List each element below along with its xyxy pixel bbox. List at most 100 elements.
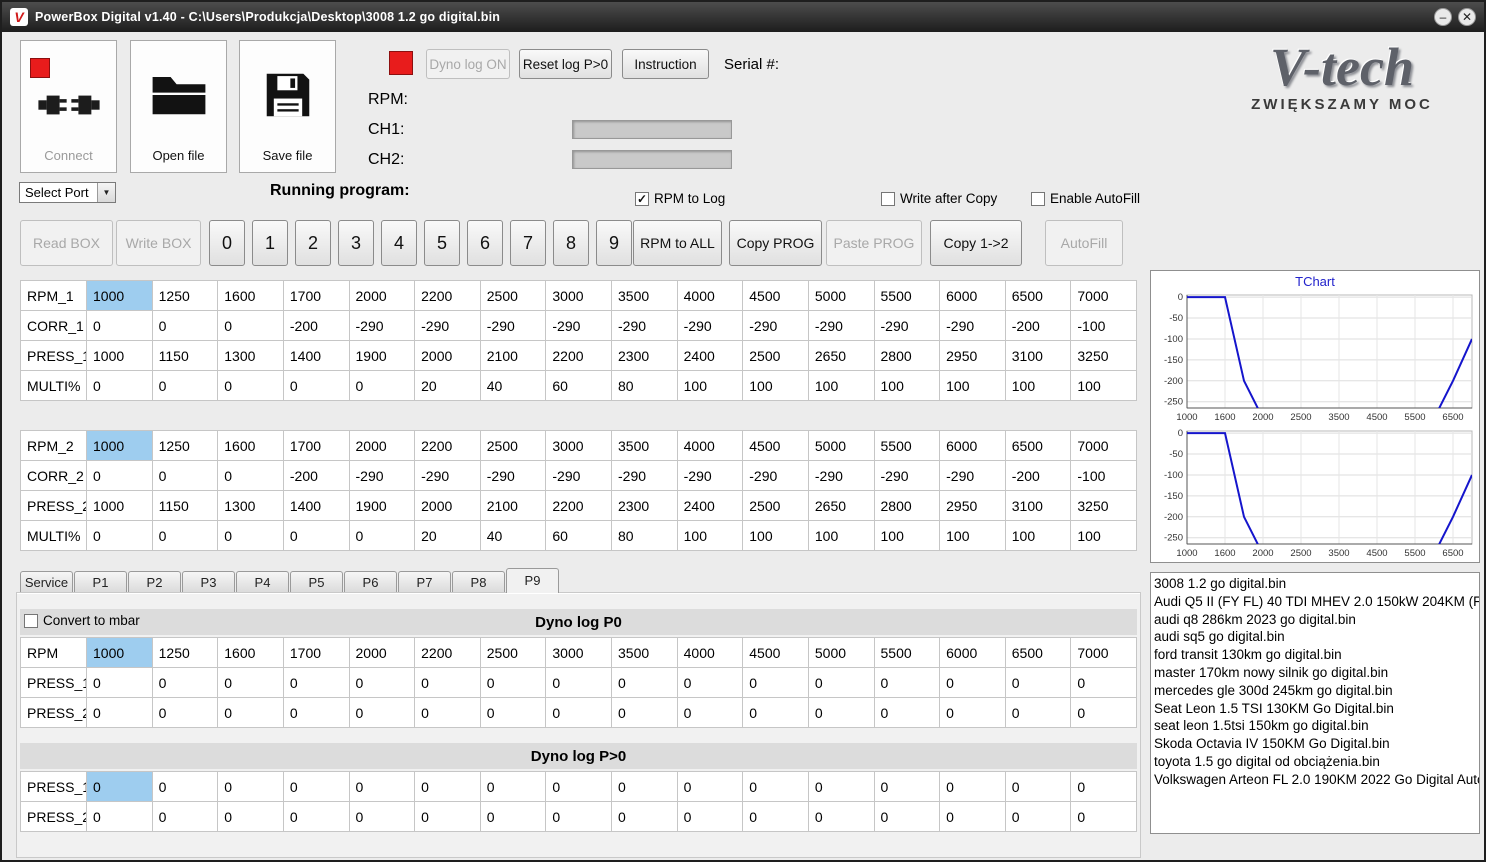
grid-cell[interactable]: 2800 — [873, 490, 941, 521]
grid-cell[interactable]: 0 — [414, 667, 481, 698]
grid-cell[interactable]: -290 — [742, 460, 809, 491]
grid-cell[interactable]: 4500 — [742, 430, 809, 461]
grid-cell[interactable]: 0 — [1004, 697, 1072, 728]
grid-cell[interactable]: -290 — [545, 460, 612, 491]
grid-cell[interactable]: 0 — [151, 460, 219, 491]
grid-cell[interactable]: 4000 — [676, 430, 744, 461]
tab-p9[interactable]: P9 — [506, 568, 559, 593]
grid-cell[interactable]: 5000 — [807, 637, 875, 668]
grid-cell[interactable]: -290 — [873, 310, 941, 341]
grid-cell[interactable]: 0 — [1070, 771, 1137, 802]
rpm-to-all-button[interactable]: RPM to ALL — [633, 220, 722, 266]
tab-p2[interactable]: P2 — [128, 571, 181, 593]
grid-cell[interactable]: 2950 — [939, 340, 1006, 371]
program-1-button[interactable]: 1 — [252, 220, 288, 266]
grid-cell[interactable]: 2500 — [742, 340, 809, 371]
grid-cell[interactable]: 0 — [151, 370, 219, 401]
grid-cell[interactable]: 0 — [545, 697, 612, 728]
grid-cell[interactable]: 2000 — [414, 340, 481, 371]
convert-to-mbar-checkbox[interactable]: Convert to mbar — [24, 613, 140, 628]
write-after-copy-checkbox[interactable]: Write after Copy — [881, 191, 997, 206]
grid-cell[interactable]: 5500 — [873, 430, 941, 461]
grid-cell[interactable]: 0 — [1070, 667, 1137, 698]
grid-cell[interactable]: 4500 — [742, 280, 809, 311]
file-list-item[interactable]: Seat Leon 1.5 TSI 130KM Go Digital.bin — [1154, 700, 1479, 718]
grid-cell[interactable]: 1700 — [282, 280, 350, 311]
grid-cell[interactable]: 0 — [348, 697, 416, 728]
grid-cell[interactable]: -100 — [1070, 310, 1137, 341]
grid-cell[interactable]: -290 — [611, 310, 678, 341]
write-box-button[interactable]: Write BOX — [116, 220, 201, 266]
grid-cell[interactable]: 0 — [742, 697, 809, 728]
grid-cell[interactable]: 0 — [1070, 697, 1137, 728]
grid-cell[interactable]: 2200 — [545, 340, 612, 371]
open-file-button[interactable]: Open file — [130, 40, 227, 173]
grid-cell[interactable]: 100 — [1004, 370, 1072, 401]
grid-cell[interactable]: 0 — [939, 801, 1006, 832]
program-5-button[interactable]: 5 — [424, 220, 460, 266]
grid-cell[interactable]: 0 — [479, 771, 547, 802]
grid-cell[interactable]: 100 — [1070, 520, 1137, 551]
grid-cell[interactable]: 0 — [676, 697, 744, 728]
tab-p5[interactable]: P5 — [290, 571, 343, 593]
grid-cell[interactable]: 0 — [807, 697, 875, 728]
grid-cell[interactable]: 1000 — [86, 490, 153, 521]
grid-cell[interactable]: 0 — [217, 667, 284, 698]
grid-cell[interactable]: 2200 — [414, 637, 481, 668]
grid-cell[interactable]: 0 — [282, 801, 350, 832]
program-2-button[interactable]: 2 — [295, 220, 331, 266]
grid-cell[interactable]: 3100 — [1004, 340, 1072, 371]
grid-cell[interactable]: 1300 — [217, 490, 284, 521]
grid-cell[interactable]: 5500 — [873, 637, 941, 668]
grid-cell[interactable]: 0 — [151, 801, 219, 832]
grid-cell[interactable]: 100 — [742, 520, 809, 551]
grid-cell[interactable]: 2300 — [611, 340, 678, 371]
grid-cell[interactable]: 0 — [86, 370, 153, 401]
program-4-button[interactable]: 4 — [381, 220, 417, 266]
grid-cell[interactable]: 1250 — [151, 430, 219, 461]
grid-cell[interactable]: 20 — [414, 520, 481, 551]
grid-cell[interactable]: 1900 — [348, 490, 416, 521]
file-list-item[interactable]: mercedes gle 300d 245km go digital.bin — [1154, 682, 1479, 700]
grid-cell[interactable]: 6000 — [939, 280, 1006, 311]
dyno-log-on-button[interactable]: Dyno log ON — [426, 49, 510, 79]
tab-p8[interactable]: P8 — [452, 571, 505, 593]
grid-cell[interactable]: 0 — [217, 460, 284, 491]
tab-p6[interactable]: P6 — [344, 571, 397, 593]
grid-cell[interactable]: 0 — [1004, 667, 1072, 698]
grid-cell[interactable]: -290 — [873, 460, 941, 491]
grid-cell[interactable]: 0 — [151, 520, 219, 551]
grid-cell[interactable]: 0 — [151, 667, 219, 698]
grid-cell[interactable]: -290 — [611, 460, 678, 491]
grid-cell[interactable]: 1150 — [151, 490, 219, 521]
file-list-item[interactable]: toyota 1.5 go digital od obciążenia.bin — [1154, 753, 1479, 771]
grid-cell[interactable]: 60 — [545, 520, 612, 551]
grid-cell[interactable]: 0 — [151, 697, 219, 728]
grid-cell[interactable]: 6500 — [1004, 280, 1072, 311]
grid-cell[interactable]: -290 — [479, 310, 547, 341]
grid-cell[interactable]: 100 — [939, 520, 1006, 551]
grid-cell[interactable]: 40 — [479, 370, 547, 401]
grid-cell[interactable]: 0 — [414, 771, 481, 802]
grid-cell[interactable]: 20 — [414, 370, 481, 401]
grid-cell[interactable]: 0 — [217, 370, 284, 401]
grid-cell[interactable]: -290 — [414, 310, 481, 341]
grid-cell[interactable]: 2000 — [348, 430, 416, 461]
grid-cell[interactable]: 0 — [873, 667, 941, 698]
grid-cell[interactable]: 60 — [545, 370, 612, 401]
grid-cell[interactable]: 2500 — [479, 637, 547, 668]
program-3-button[interactable]: 3 — [338, 220, 374, 266]
grid-cell[interactable]: 0 — [86, 697, 153, 728]
rpm-to-log-checkbox[interactable]: ✓ RPM to Log — [635, 191, 725, 206]
tab-p7[interactable]: P7 — [398, 571, 451, 593]
grid-cell[interactable]: 4000 — [676, 637, 744, 668]
grid-cell[interactable]: 0 — [545, 667, 612, 698]
file-list-item[interactable]: master 170km nowy silnik go digital.bin — [1154, 664, 1479, 682]
grid-cell[interactable]: 0 — [348, 370, 416, 401]
grid-cell[interactable]: 6000 — [939, 637, 1006, 668]
grid-cell[interactable]: 0 — [611, 801, 678, 832]
grid-cell[interactable]: 0 — [217, 310, 284, 341]
grid-cell[interactable]: 0 — [807, 801, 875, 832]
copy-1-to-2-button[interactable]: Copy 1->2 — [930, 220, 1022, 266]
grid-cell[interactable]: -200 — [1004, 460, 1072, 491]
